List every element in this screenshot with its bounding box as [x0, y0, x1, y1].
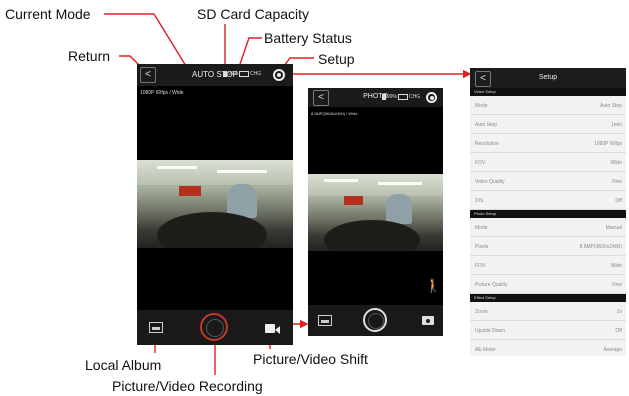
current-mode-label: AUTO STOP	[192, 70, 238, 79]
resolution-label: 1080P 60fps / Wide	[140, 90, 184, 96]
sd-card-capacity: 99%	[228, 71, 239, 77]
setting-key: Zoom	[475, 309, 488, 315]
status-group: 99% CHG	[223, 70, 261, 78]
setting-key: Upside Down	[475, 328, 505, 334]
battery-icon	[239, 70, 250, 77]
battery-status: CHG	[409, 94, 421, 100]
setting-key: DIS	[475, 198, 484, 204]
section-header: Effect Setup	[470, 294, 626, 302]
setting-row[interactable]: Mode Auto Stop	[470, 96, 626, 115]
photo-mode-screen: < PHOTO 99% CHG 8.5MP(3600x2400) / Wide 🚶	[308, 88, 443, 336]
sd-card-capacity: 99%	[387, 94, 398, 100]
setting-key: Video Quality	[475, 179, 505, 185]
setting-value: Fine	[612, 282, 622, 288]
camera-preview	[137, 160, 293, 248]
setting-value: Off	[615, 328, 622, 334]
battery-leader	[238, 37, 262, 68]
setting-row[interactable]: Mode Manual	[470, 218, 626, 237]
setting-key: Picture Quality	[475, 282, 508, 288]
setting-key: Mode	[475, 103, 488, 109]
sd-card-icon	[223, 70, 227, 77]
setting-row[interactable]: FOV Wide	[470, 256, 626, 275]
local-album-icon[interactable]	[318, 315, 332, 326]
setup-gear-icon[interactable]	[273, 69, 285, 81]
sd-card-icon	[382, 93, 386, 100]
callout-return: Return	[68, 48, 111, 64]
setting-row[interactable]: Resolution 1080P 60fps	[470, 134, 626, 153]
video-camera-shift-icon[interactable]	[265, 324, 280, 334]
callout-picture-video-recording: Picture/Video Recording	[112, 378, 263, 394]
setting-row[interactable]: DIS Off	[470, 191, 626, 210]
setting-key: AE Meter	[475, 347, 496, 353]
shutter-button[interactable]	[363, 308, 387, 332]
setting-value: Wide	[610, 263, 622, 269]
setting-row[interactable]: Pixels 8.5MP(3600x2400)	[470, 237, 626, 256]
local-album-icon[interactable]	[149, 322, 163, 333]
walking-person-icon: 🚶	[425, 278, 442, 293]
current-mode-leader	[104, 13, 187, 67]
current-mode-label: PHOTO	[363, 93, 388, 100]
setting-key: FOV	[475, 263, 486, 269]
setting-value: 8.5MP(3600x2400)	[579, 244, 622, 250]
callout-local-album: Local Album	[85, 357, 162, 373]
setting-row[interactable]: Picture Quality Fine	[470, 275, 626, 294]
setting-key: Pixels	[475, 244, 489, 250]
callout-current-mode: Current Mode	[5, 6, 91, 22]
record-button[interactable]	[200, 313, 228, 341]
setting-value: Fine	[612, 179, 622, 185]
battery-status: CHG	[250, 71, 262, 77]
top-bar: < PHOTO 99% CHG	[308, 88, 443, 107]
status-group: 99% CHG	[382, 93, 420, 101]
setting-value: Average	[603, 347, 622, 353]
setting-key: Mode	[475, 225, 488, 231]
resolution-label: 8.5MP(3600x2400) / Wide	[311, 111, 358, 116]
setting-value: 1080P 60fps	[594, 141, 622, 147]
setting-value: Auto Stop	[600, 103, 622, 109]
setting-row[interactable]: Auto Stop 1min	[470, 115, 626, 134]
setting-row[interactable]: FOV Wide	[470, 153, 626, 172]
setting-row[interactable]: Zoom 2x	[470, 302, 626, 321]
setup-gear-icon[interactable]	[426, 92, 437, 103]
callout-setup: Setup	[318, 51, 355, 67]
camera-preview	[308, 174, 443, 251]
callout-sd-card-capacity: SD Card Capacity	[197, 6, 310, 22]
callout-picture-video-shift: Picture/Video Shift	[253, 351, 368, 367]
setup-screen: < Setup Video Setup Mode Auto Stop Auto S…	[470, 68, 626, 356]
setting-key: FOV	[475, 160, 486, 166]
setup-header: < Setup	[470, 68, 626, 88]
setting-value: 2x	[616, 309, 622, 315]
video-mode-screen: < AUTO STOP 99% CHG 1080P 60fps / Wide	[137, 64, 293, 345]
setting-row[interactable]: Video Quality Fine	[470, 172, 626, 191]
setting-key: Auto Stop	[475, 122, 497, 128]
setup-title: Setup	[538, 74, 558, 81]
callout-battery-status: Battery Status	[264, 30, 352, 46]
bottom-bar	[137, 310, 293, 345]
setting-row[interactable]: AE Meter Average	[470, 340, 626, 356]
setting-value: 1min	[611, 122, 622, 128]
camera-shift-icon[interactable]	[422, 316, 434, 325]
setting-key: Resolution	[475, 141, 499, 147]
bottom-bar	[308, 305, 443, 336]
section-header: Photo Setup	[470, 210, 626, 218]
top-bar: < AUTO STOP 99% CHG	[137, 64, 293, 86]
battery-icon	[398, 93, 409, 100]
setting-value: Off	[615, 198, 622, 204]
setting-value: Manual	[605, 225, 622, 231]
setting-row[interactable]: Upside Down Off	[470, 321, 626, 340]
setting-value: Wide	[610, 160, 622, 166]
section-header: Video Setup	[470, 88, 626, 96]
